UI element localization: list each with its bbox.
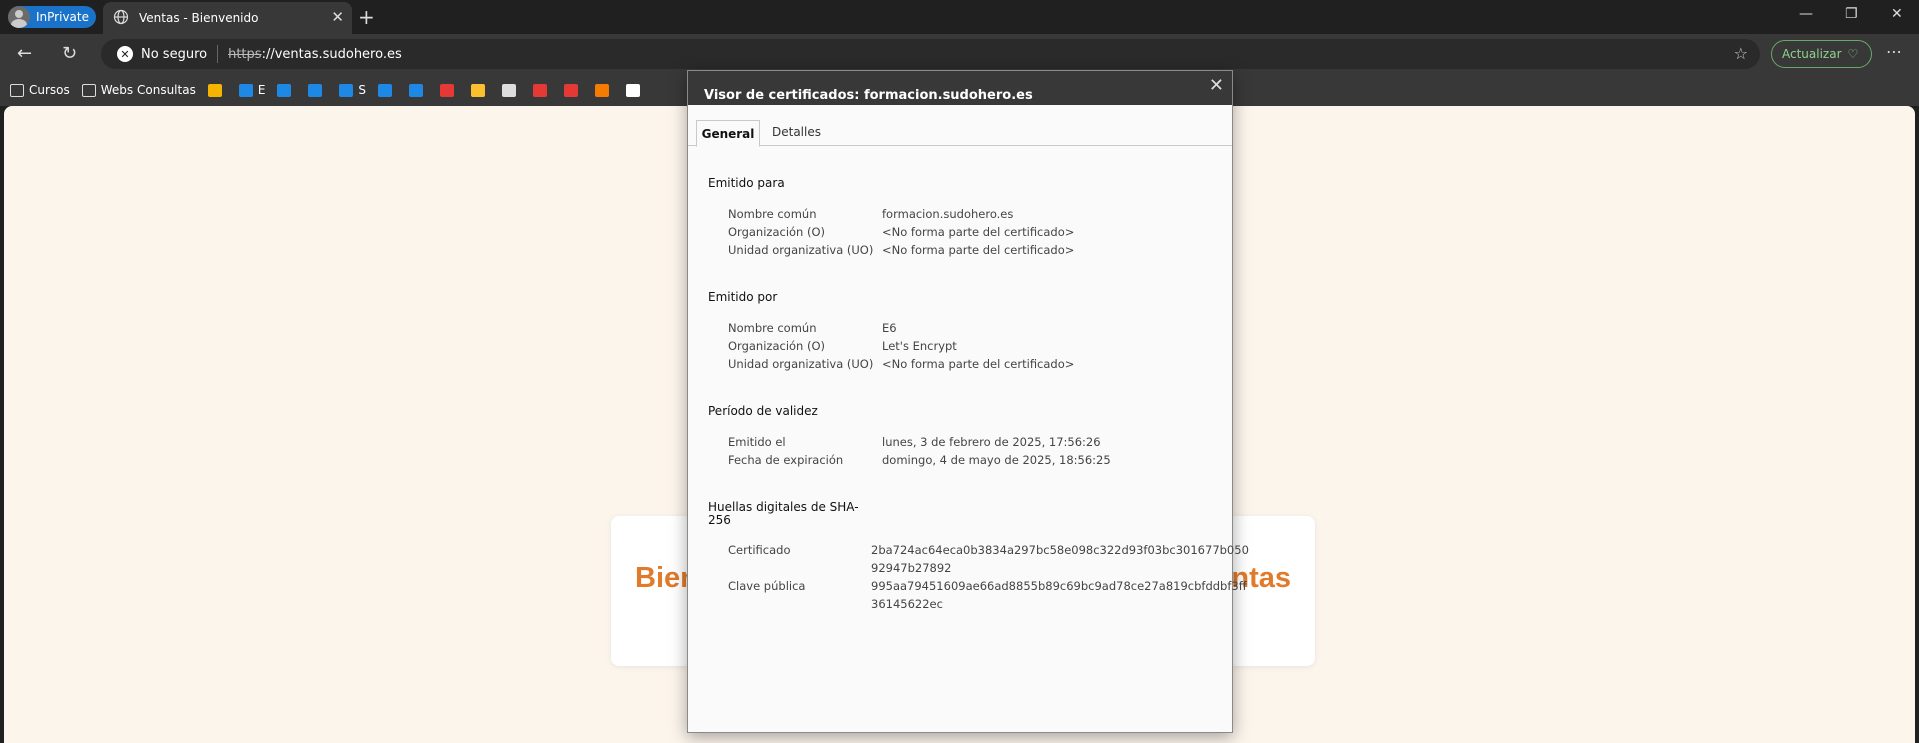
inprivate-badge[interactable]: InPrivate bbox=[8, 6, 96, 28]
inprivate-label: InPrivate bbox=[36, 10, 89, 24]
certificate-viewer-dialog: Visor de certificados: formacion.sudoher… bbox=[687, 70, 1249, 733]
drive-icon bbox=[207, 83, 222, 97]
favorite-label: Webs Consultas bbox=[100, 83, 196, 97]
url-host: ://ventas.sudohero.es bbox=[261, 46, 402, 62]
title-bar: InPrivate Ventas - Bienvenido ✕ + — ❐ ✕ bbox=[0, 0, 1919, 34]
calendar-icon bbox=[409, 83, 424, 97]
cert-fingerprint-line2: 92947b27892 bbox=[871, 561, 952, 575]
issued-by-cn-label: Nombre común bbox=[728, 321, 817, 335]
check-circle-icon bbox=[440, 83, 455, 97]
dialog-tabs: General Detalles bbox=[688, 105, 1232, 147]
pubkey-fingerprint-line1: 995aa79451609ae66ad8855b89c69bc9ad78ce27… bbox=[871, 579, 1247, 593]
issued-by-cn-value: E6 bbox=[882, 321, 897, 335]
tab-close-icon[interactable]: ✕ bbox=[331, 8, 344, 26]
heart-icon: ♡ bbox=[1847, 47, 1859, 61]
folder-icon bbox=[81, 83, 96, 97]
reload-button[interactable]: ↻ bbox=[62, 43, 77, 64]
favorite-label: E bbox=[257, 83, 266, 97]
medal-icon bbox=[471, 83, 486, 97]
tab-general[interactable]: General bbox=[696, 120, 760, 147]
issued-by-org-label: Organización (O) bbox=[728, 339, 826, 353]
favorite-item[interactable] bbox=[502, 83, 521, 97]
cloud-icon bbox=[339, 83, 354, 97]
pubkey-fingerprint-line2: 36145622ec bbox=[871, 597, 943, 611]
fingerprints-heading-2: 256 bbox=[708, 513, 731, 527]
spinner-icon bbox=[564, 83, 579, 97]
minimize-button[interactable]: — bbox=[1799, 6, 1813, 22]
favorite-item[interactable] bbox=[378, 83, 397, 97]
expiration-value: domingo, 4 de mayo de 2025, 18:56:25 bbox=[882, 453, 1111, 467]
update-button[interactable]: Actualizar ♡ bbox=[1771, 40, 1872, 68]
pubkey-fingerprint-label: Clave pública bbox=[728, 579, 806, 593]
issued-to-org-label: Organización (O) bbox=[728, 225, 826, 239]
validity-heading: Período de validez bbox=[708, 404, 818, 418]
issued-by-ou-value: <No forma parte del certificado> bbox=[882, 357, 1075, 371]
favorite-item[interactable] bbox=[626, 83, 645, 97]
mail-icon bbox=[378, 83, 393, 97]
tab-ventas[interactable]: Ventas - Bienvenido ✕ bbox=[103, 2, 352, 34]
address-bar[interactable]: ✕ No seguro https ://ventas.sudohero.es … bbox=[101, 39, 1760, 69]
dialog-titlebar: Visor de certificados: formacion.sudoher… bbox=[688, 71, 1232, 105]
issued-by-heading: Emitido por bbox=[708, 290, 778, 304]
favorite-item[interactable] bbox=[207, 83, 227, 97]
not-secure-icon[interactable]: ✕ bbox=[117, 46, 133, 62]
graduation-cap-icon bbox=[277, 83, 292, 97]
issued-to-cn-label: Nombre común bbox=[728, 207, 817, 221]
dialog-close-icon[interactable]: ✕ bbox=[1209, 75, 1224, 96]
expiration-label: Fecha de expiración bbox=[728, 453, 844, 467]
avatar-icon bbox=[8, 6, 30, 28]
tab-detalles[interactable]: Detalles bbox=[772, 125, 821, 139]
close-window-button[interactable]: ✕ bbox=[1891, 6, 1903, 22]
issued-to-ou-label: Unidad organizativa (UO) bbox=[728, 243, 874, 257]
issued-by-ou-label: Unidad organizativa (UO) bbox=[728, 357, 874, 371]
folder-icon bbox=[10, 83, 24, 97]
favorite-item[interactable] bbox=[471, 83, 490, 97]
favorite-item[interactable] bbox=[308, 83, 327, 97]
globe-icon bbox=[113, 9, 129, 28]
graduation-cap-icon bbox=[238, 83, 253, 97]
favorite-item[interactable]: Cursos bbox=[10, 83, 70, 97]
favorite-item[interactable] bbox=[409, 83, 428, 97]
fingerprints-heading-1: Huellas digitales de SHA- bbox=[708, 500, 859, 514]
issued-to-heading: Emitido para bbox=[708, 176, 785, 190]
app-icon bbox=[533, 83, 548, 97]
favorite-item[interactable] bbox=[277, 83, 296, 97]
new-tab-button[interactable]: + bbox=[358, 5, 375, 29]
cert-fingerprint-label: Certificado bbox=[728, 543, 791, 557]
favorite-item[interactable]: E bbox=[238, 83, 266, 97]
favorite-star-icon[interactable]: ☆ bbox=[1734, 44, 1748, 63]
url-scheme: https bbox=[228, 46, 262, 62]
favorite-item[interactable]: Webs Consultas bbox=[81, 83, 196, 97]
separator bbox=[217, 45, 219, 63]
favorite-item[interactable]: S bbox=[339, 83, 366, 97]
more-menu-button[interactable]: ⋯ bbox=[1886, 42, 1902, 61]
back-button[interactable]: ← bbox=[17, 43, 32, 64]
x-logo-icon bbox=[595, 83, 610, 97]
issued-by-org-value: Let's Encrypt bbox=[882, 339, 957, 353]
dialog-title: Visor de certificados: formacion.sudoher… bbox=[704, 88, 1033, 103]
cert-fingerprint-line1: 2ba724ac64eca0b3834a297bc58e098c322d93f0… bbox=[871, 543, 1249, 557]
favorite-item[interactable] bbox=[595, 83, 614, 97]
address-toolbar: ← ↻ ✕ No seguro https ://ventas.sudohero… bbox=[0, 34, 1919, 74]
tab-title: Ventas - Bienvenido bbox=[139, 11, 259, 25]
issued-on-value: lunes, 3 de febrero de 2025, 17:56:26 bbox=[882, 435, 1101, 449]
favorite-item[interactable] bbox=[533, 83, 552, 97]
issued-to-ou-value: <No forma parte del certificado> bbox=[882, 243, 1075, 257]
favorite-item[interactable] bbox=[440, 83, 459, 97]
issued-to-cn-value: formacion.sudohero.es bbox=[882, 207, 1014, 221]
favorite-label: S bbox=[358, 83, 367, 97]
github-icon bbox=[626, 83, 641, 97]
favorite-label: Cursos bbox=[29, 83, 70, 97]
favorite-item[interactable] bbox=[564, 83, 583, 97]
security-label[interactable]: No seguro bbox=[141, 47, 207, 62]
penguin-icon bbox=[502, 83, 517, 97]
cloud-icon bbox=[308, 83, 323, 97]
issued-to-org-value: <No forma parte del certificado> bbox=[882, 225, 1075, 239]
update-label: Actualizar bbox=[1782, 47, 1842, 61]
issued-on-label: Emitido el bbox=[728, 435, 786, 449]
restore-button[interactable]: ❐ bbox=[1845, 6, 1858, 22]
